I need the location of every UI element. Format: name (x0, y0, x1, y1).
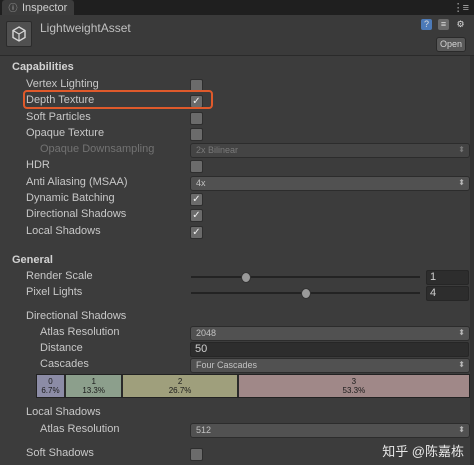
local-shadows-checkbox[interactable]: ✓ (190, 226, 203, 239)
watermark: 知乎 @陈嘉栋 (382, 444, 464, 459)
cascade-index: 1 (91, 377, 96, 386)
general-row: General (0, 253, 474, 269)
opaque-texture-row: Opaque Texture (0, 126, 474, 142)
directional-shadows-row: Directional Shadows ✓ (0, 207, 474, 223)
vertex-lighting-label: Vertex Lighting (26, 78, 99, 90)
directional-shadows-checkbox[interactable]: ✓ (190, 209, 203, 222)
highlight-box (23, 90, 213, 109)
cascade-index: 3 (351, 377, 357, 386)
cascade-segment-1[interactable]: 1 13.3% (65, 375, 124, 397)
dynamic-batching-row: Dynamic Batching ✓ (0, 191, 474, 207)
render-scale-value: 1 (430, 271, 437, 283)
local-shadows-header-row: Local Shadows (0, 405, 474, 421)
dropdown-arrow-icon: ⬍ (458, 145, 465, 154)
gear-icon[interactable]: ⚙ (455, 19, 466, 30)
opaque-texture-label: Opaque Texture (26, 127, 105, 139)
distance-row-wrap (0, 314, 474, 330)
pixel-lights-value: 4 (430, 287, 437, 299)
distance-value: 50 (195, 343, 208, 355)
opaque-downsampling-dropdown[interactable]: 2x Bilinear ⬍ (190, 143, 470, 158)
inspector-header: LightweightAsset ? ≡ ⚙ Open (0, 15, 474, 56)
cascade-percent: 13.3% (82, 386, 105, 395)
tab-inspector[interactable]: ⓘ Inspector (2, 0, 74, 15)
preset-icon[interactable]: ≡ (438, 19, 449, 30)
dynamic-batching-checkbox[interactable]: ✓ (190, 193, 203, 206)
soft-particles-label: Soft Particles (26, 111, 91, 123)
distance-label: Distance (40, 342, 83, 354)
hdr-row: HDR (0, 158, 474, 174)
pixel-lights-field[interactable]: 4 (426, 286, 469, 301)
opaque-downsampling-value: 2x Bilinear (196, 145, 239, 155)
anti-aliasing-value: 4x (196, 178, 206, 188)
cascade-split-bar[interactable]: 0 6.7% 1 13.3% 2 26.7% 3 53.3% (36, 374, 470, 398)
render-scale-field[interactable]: 1 (426, 270, 469, 285)
capabilities-row: Capabilities (0, 60, 474, 76)
cascade-segment-2[interactable]: 2 26.7% (123, 375, 239, 397)
local-shadows-subheader: Local Shadows (26, 406, 101, 418)
anti-aliasing-row: Anti Aliasing (MSAA) 4x ⬍ (0, 175, 474, 191)
cascade-index: 0 (48, 377, 53, 386)
opaque-downsampling-label: Opaque Downsampling (40, 143, 155, 155)
tab-label: Inspector (22, 1, 68, 14)
local-atlas-resolution-label: Atlas Resolution (40, 423, 120, 435)
dynamic-batching-label: Dynamic Batching (26, 192, 115, 204)
pixel-lights-row: Pixel Lights 4 (0, 285, 474, 301)
soft-particles-checkbox[interactable] (190, 112, 203, 125)
distance-field[interactable]: 50 (190, 342, 469, 357)
cascade-percent: 26.7% (168, 386, 192, 395)
anti-aliasing-label: Anti Aliasing (MSAA) (26, 176, 128, 188)
section-title-general: General (12, 254, 53, 266)
render-scale-label: Render Scale (26, 270, 93, 282)
section-title-capabilities: Capabilities (12, 61, 74, 73)
local-atlas-resolution-dropdown[interactable]: 512 ⬍ (190, 423, 470, 438)
cascades-label: Cascades (40, 358, 89, 370)
soft-shadows-checkbox[interactable] (190, 448, 203, 461)
soft-shadows-label: Soft Shadows (26, 447, 94, 459)
render-scale-row: Render Scale 1 (0, 269, 474, 285)
asset-title: LightweightAsset (40, 21, 131, 35)
cascades-row: Cascades Four Cascades ⬍ (0, 357, 474, 373)
local-shadows-row: Local Shadows ✓ (0, 224, 474, 240)
cascade-percent: 53.3% (342, 386, 366, 395)
local-atlas-resolution-value: 512 (196, 425, 212, 435)
hdr-label: HDR (26, 159, 50, 171)
scrollbar[interactable] (470, 56, 474, 465)
directional-shadows-label: Directional Shadows (26, 208, 127, 220)
opaque-downsampling-row: Opaque Downsampling 2x Bilinear ⬍ (0, 142, 474, 158)
tab-bar: ⓘ Inspector ⋮≡ (0, 0, 474, 15)
more-menu-icon[interactable]: ⋮≡ (453, 1, 469, 14)
cascade-segment-0[interactable]: 0 6.7% (37, 375, 66, 397)
cascade-segment-3[interactable]: 3 53.3% (238, 375, 469, 397)
distance-row-main: Distance 50 (0, 341, 474, 357)
help-icon[interactable]: ? (421, 19, 432, 30)
dropdown-arrow-icon: ⬍ (458, 178, 465, 187)
open-button[interactable]: Open (436, 37, 466, 52)
cascade-percent: 6.7% (41, 386, 60, 395)
render-scale-slider-track[interactable] (191, 276, 420, 278)
info-icon: ⓘ (8, 2, 18, 13)
soft-particles-row: Soft Particles (0, 110, 474, 126)
dropdown-arrow-icon: ⬍ (458, 425, 465, 434)
hdr-checkbox[interactable] (190, 160, 203, 173)
cascades-value: Four Cascades (196, 360, 258, 370)
render-scale-slider-handle[interactable] (240, 272, 251, 283)
asset-icon (6, 21, 32, 47)
cascades-dropdown[interactable]: Four Cascades ⬍ (190, 358, 470, 373)
pixel-lights-slider-handle[interactable] (300, 288, 311, 299)
pixel-lights-label: Pixel Lights (26, 286, 83, 298)
cascade-index: 2 (177, 377, 183, 386)
anti-aliasing-dropdown[interactable]: 4x ⬍ (190, 176, 470, 191)
opaque-texture-checkbox[interactable] (190, 128, 203, 141)
local-shadows-label: Local Shadows (26, 225, 101, 237)
dropdown-arrow-icon: ⬍ (458, 360, 465, 369)
local-atlas-resolution-row: Atlas Resolution 512 ⬍ (0, 422, 474, 438)
